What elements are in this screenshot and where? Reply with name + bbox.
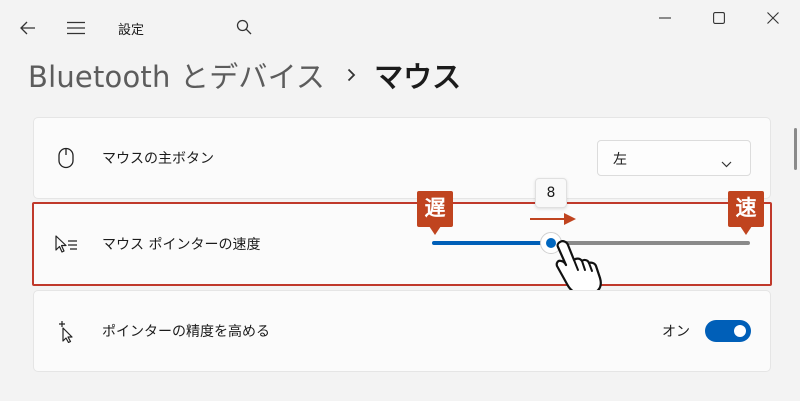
pointer-speed-label: マウス ポインターの速度 bbox=[102, 237, 261, 253]
slider-track-filled[interactable] bbox=[432, 241, 552, 245]
dropdown-selected-value: 左 bbox=[613, 152, 627, 168]
setting-primary-button: マウスの主ボタン 左 bbox=[33, 117, 771, 199]
page-title: マウス bbox=[374, 60, 462, 94]
breadcrumb: Bluetooth とデバイス マウス bbox=[28, 52, 461, 98]
slow-badge: 遅 bbox=[417, 191, 453, 235]
primary-button-label: マウスの主ボタン bbox=[102, 151, 214, 167]
toggle-state-label: オン bbox=[662, 324, 690, 340]
slider-value-tooltip: 8 bbox=[535, 178, 567, 208]
setting-enhance-precision: ポインターの精度を高める オン bbox=[33, 290, 771, 372]
right-arrow-icon bbox=[530, 213, 576, 225]
breadcrumb-parent[interactable]: Bluetooth とデバイス bbox=[28, 54, 325, 96]
mouse-icon bbox=[54, 146, 78, 170]
chevron-right-icon bbox=[347, 68, 356, 82]
close-icon[interactable] bbox=[763, 8, 783, 28]
title-bar: 設定 bbox=[0, 0, 800, 52]
fast-badge: 速 bbox=[728, 191, 764, 235]
enhance-precision-label: ポインターの精度を高める bbox=[102, 324, 270, 340]
minimize-icon[interactable] bbox=[655, 8, 675, 28]
scrollbar[interactable] bbox=[794, 128, 797, 170]
search-icon[interactable] bbox=[234, 17, 254, 37]
hamburger-menu-icon[interactable] bbox=[66, 18, 86, 38]
back-arrow-icon[interactable] bbox=[18, 18, 38, 38]
hand-cursor-icon bbox=[555, 240, 602, 296]
enhance-precision-toggle[interactable] bbox=[705, 320, 751, 342]
precision-pointer-icon bbox=[54, 319, 78, 344]
toggle-knob bbox=[734, 325, 746, 337]
primary-button-dropdown[interactable]: 左 bbox=[597, 140, 751, 176]
pointer-speed-icon bbox=[53, 232, 77, 256]
app-title: 設定 bbox=[118, 23, 145, 38]
maximize-icon[interactable] bbox=[709, 8, 729, 28]
chevron-down-icon bbox=[721, 153, 732, 172]
